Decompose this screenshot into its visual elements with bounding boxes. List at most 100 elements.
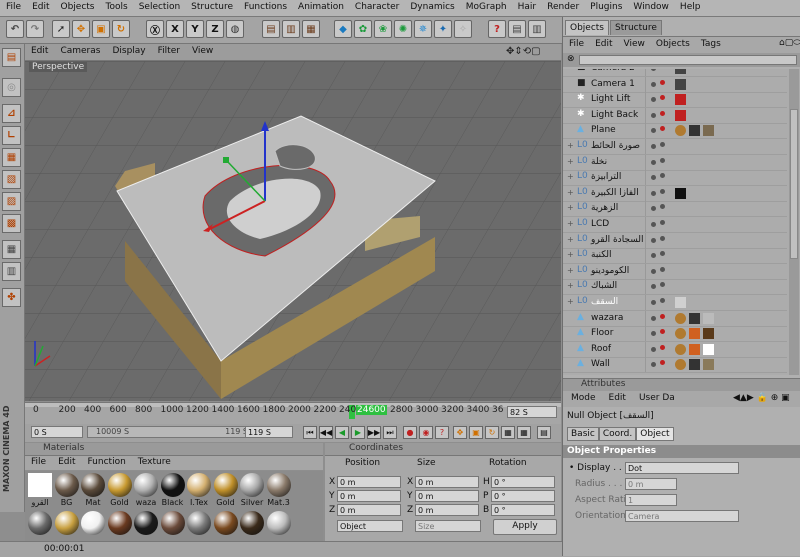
object-row[interactable]: + L0 LCD [563, 217, 787, 233]
expand-icon[interactable]: + [567, 297, 574, 306]
tab-basic[interactable]: Basic [567, 427, 599, 441]
attributes-nav-icons[interactable]: ◀▲▶ 🔒 ⊕ ▣ [733, 393, 790, 403]
object-menu-item-4[interactable]: Tags [695, 37, 726, 49]
select-arrow-icon[interactable]: ➚ [52, 20, 70, 38]
tag-icon[interactable] [689, 328, 700, 340]
object-row[interactable]: + L0 الشباك [563, 279, 787, 296]
render-dot[interactable] [660, 110, 665, 116]
render-view-icon[interactable]: ▤ [262, 20, 280, 38]
render-dot[interactable] [660, 95, 665, 101]
object-row[interactable]: + L0 السجادة القرو [563, 232, 787, 249]
object-row[interactable]: ▲ Wall [563, 357, 787, 374]
tag-icon[interactable] [675, 125, 686, 137]
render-picture-viewer-icon[interactable]: ▥ [282, 20, 300, 38]
axis-tool-icon[interactable]: ∟ [2, 126, 21, 145]
menu-item-8[interactable]: Character [349, 0, 404, 12]
menu-item-3[interactable]: Tools [100, 0, 133, 12]
material-swatch[interactable] [81, 473, 105, 497]
rotate-icon[interactable]: ↻ [112, 20, 130, 38]
object-row[interactable]: ✱ Light Back [563, 107, 787, 124]
menu-item-5[interactable]: Structure [185, 0, 238, 12]
render-dot[interactable] [660, 79, 665, 85]
key-rotation-icon[interactable]: ↻ [485, 426, 499, 439]
position-field[interactable]: 0 m [337, 504, 401, 516]
menu-item-15[interactable]: Help [674, 0, 706, 12]
tag-icon[interactable] [703, 343, 714, 355]
tag-icon[interactable] [675, 94, 686, 106]
coordinate-system-icon[interactable]: ◍ [226, 20, 244, 38]
aspect-ratio-field[interactable]: 1 [625, 494, 677, 506]
expand-icon[interactable]: + [567, 266, 574, 275]
material-swatch[interactable] [213, 511, 238, 535]
tab-coord[interactable]: Coord. [598, 427, 637, 441]
object-row[interactable]: ✱ Light Lift [563, 92, 787, 109]
object-row[interactable]: + L0 الكومودينو [563, 263, 787, 280]
expand-icon[interactable]: + [567, 250, 574, 259]
attributes-menu-item-2[interactable]: User Da [631, 391, 680, 403]
object-row[interactable]: + L0 الفازا الكبيرة [563, 185, 787, 202]
animation-mode-icon[interactable]: ✤ [2, 288, 21, 307]
key-scale-icon[interactable]: ▣ [469, 426, 483, 439]
visibility-dot[interactable] [651, 268, 656, 274]
visibility-dot[interactable] [651, 284, 656, 290]
material-swatch[interactable] [213, 473, 238, 497]
render-dot[interactable] [660, 266, 665, 272]
search-clear-icon[interactable]: ⊗ [567, 54, 575, 64]
render-dot[interactable] [660, 188, 665, 194]
menu-item-6[interactable]: Functions [238, 0, 292, 12]
visibility-dot[interactable] [651, 159, 656, 165]
render-dot[interactable] [660, 235, 665, 241]
object-row[interactable]: + L0 السقف [563, 295, 787, 311]
object-axis-icon[interactable]: ⊿ [2, 104, 21, 123]
camera-light-icon[interactable]: ? [488, 20, 506, 38]
object-row[interactable]: + L0 نخلة [563, 154, 787, 171]
menu-item-9[interactable]: Dynamics [404, 0, 459, 12]
material-swatch[interactable] [28, 473, 52, 497]
tab-objects[interactable]: Objects [565, 20, 610, 35]
viewport-menu-item-1[interactable]: Cameras [54, 44, 106, 56]
object-menu-item-1[interactable]: Edit [589, 37, 617, 49]
object-menu-item-0[interactable]: File [563, 37, 589, 49]
key-position-icon[interactable]: ✥ [453, 426, 467, 439]
key-param-icon[interactable]: ▦ [501, 426, 515, 439]
material-swatch[interactable] [187, 473, 211, 497]
tag-icon[interactable] [675, 187, 686, 199]
object-row[interactable]: + L0 الكنبة [563, 248, 787, 265]
object-row[interactable]: ▲ Floor [563, 326, 787, 343]
tag-icon[interactable] [675, 297, 686, 308]
tab-structure[interactable]: Structure [610, 20, 662, 35]
tab-object[interactable]: Object [636, 427, 674, 441]
material-swatch[interactable] [134, 473, 158, 497]
material-swatch[interactable] [54, 511, 79, 535]
visibility-dot[interactable] [651, 144, 656, 149]
play-forward-icon[interactable]: ▶ [351, 426, 365, 439]
position-field[interactable]: 0 m [337, 490, 401, 502]
expand-icon[interactable]: + [567, 219, 574, 228]
size-field[interactable]: 0 m [415, 490, 479, 502]
menu-item-1[interactable]: Edit [26, 0, 54, 12]
visibility-dot[interactable] [651, 253, 656, 259]
visibility-dot[interactable] [651, 237, 656, 243]
menu-item-2[interactable]: Objects [55, 0, 100, 12]
object-row[interactable]: ▲ Roof [563, 341, 787, 358]
nurbs-icon[interactable]: ✿ [354, 20, 372, 38]
material-swatch[interactable] [187, 511, 211, 535]
material-swatch[interactable] [160, 511, 185, 535]
visibility-dot[interactable] [651, 331, 656, 337]
visibility-dot[interactable] [651, 69, 656, 71]
visibility-dot[interactable] [651, 175, 656, 181]
make-editable-icon[interactable]: ▤ [2, 48, 21, 67]
attributes-menu-item-1[interactable]: Edit [601, 391, 631, 403]
coord-size-dropdown[interactable]: Size [415, 520, 481, 532]
tag-icon[interactable] [675, 69, 686, 74]
render-dot[interactable] [660, 157, 665, 163]
viewport-menu-item-0[interactable]: Edit [25, 44, 54, 56]
render-dot[interactable] [660, 173, 665, 179]
search-input[interactable] [579, 55, 797, 65]
tag-icon[interactable] [675, 359, 686, 371]
undo-icon[interactable]: ↶ [6, 20, 24, 38]
visibility-dot[interactable] [651, 81, 656, 87]
expand-icon[interactable]: + [567, 203, 574, 212]
tag-icon[interactable] [689, 359, 700, 371]
expand-icon[interactable]: + [567, 141, 574, 150]
